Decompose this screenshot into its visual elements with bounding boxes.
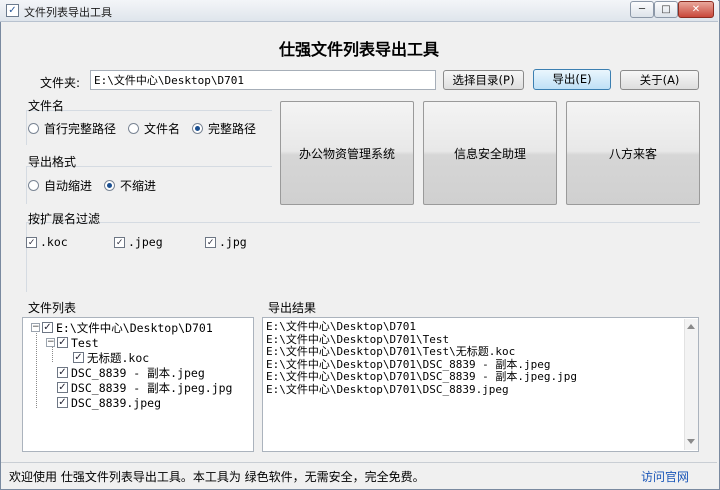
export-button[interactable]: 导出(E) [533, 69, 611, 90]
info-security-assistant-button[interactable]: 信息安全助理 [423, 101, 557, 205]
checkbox-checked-icon: ✓ [205, 236, 216, 248]
status-bar: 欢迎使用 仕强文件列表导出工具。本工具为 绿色软件，无需安全，完全免费。 访问官… [1, 462, 717, 488]
radio-indicator [128, 123, 139, 134]
maximize-button[interactable]: □ [654, 1, 678, 18]
filter-ext-jpg[interactable]: ✓ .jpg [205, 235, 247, 249]
about-button[interactable]: 关于(A) [620, 70, 699, 90]
checkbox-checked-icon[interactable]: ✓ [57, 382, 68, 393]
scroll-up-icon[interactable] [687, 324, 695, 329]
result-line: E:\文件中心\Desktop\D701\DSC_8839.jpeg [266, 382, 509, 396]
checkbox-checked-icon: ✓ [114, 236, 125, 248]
checkbox-checked-icon[interactable]: ✓ [57, 367, 68, 378]
export-result-label: 导出结果 [268, 301, 317, 315]
radio-indicator [28, 180, 39, 191]
tree-node-file[interactable]: ✓ DSC_8839.jpeg [57, 395, 161, 410]
tree-connector-line [36, 331, 37, 408]
tree-node-file[interactable]: ✓ DSC_8839 - 副本.jpeg.jpg [57, 380, 232, 395]
filename-group-label: 文件名 [28, 99, 65, 113]
window-title: 文件列表导出工具 [24, 6, 112, 19]
bafang-laike-button[interactable]: 八方来客 [566, 101, 700, 205]
checkbox-checked-icon[interactable]: ✓ [57, 397, 68, 408]
radio-first-line-full-path[interactable]: 首行完整路径 [28, 120, 116, 137]
checkbox-checked-icon[interactable]: ✓ [57, 337, 68, 348]
radio-no-indent[interactable]: 不缩进 [104, 177, 156, 194]
result-line: E:\文件中心\Desktop\D701\Test\无标题.koc [266, 345, 516, 359]
radio-auto-indent[interactable]: 自动缩进 [28, 177, 92, 194]
tree-node-folder[interactable]: − ✓ Test [46, 335, 99, 350]
choose-directory-button[interactable]: 选择目录(P) [443, 70, 524, 90]
export-result-textarea[interactable]: E:\文件中心\Desktop\D701 E:\文件中心\Desktop\D70… [262, 317, 699, 452]
title-bar: ✓ 文件列表导出工具 ─ □ ✕ [0, 0, 718, 22]
filter-ext-koc[interactable]: ✓ .koc [26, 235, 68, 249]
status-text: 欢迎使用 仕强文件列表导出工具。本工具为 绿色软件，无需安全，完全免费。 [9, 470, 425, 484]
visit-website-link[interactable]: 访问官网 [641, 468, 689, 485]
radio-indicator-selected [104, 180, 115, 191]
collapse-icon[interactable]: − [46, 338, 55, 347]
app-checkbox-icon: ✓ [6, 4, 19, 17]
app-heading: 仕强文件列表导出工具 [278, 40, 439, 59]
folder-path-input[interactable] [90, 70, 436, 90]
radio-indicator [28, 123, 39, 134]
radio-file-name[interactable]: 文件名 [128, 120, 180, 137]
radio-indicator-selected [192, 123, 203, 134]
export-result-lines: E:\文件中心\Desktop\D701 E:\文件中心\Desktop\D70… [266, 320, 577, 397]
close-button[interactable]: ✕ [678, 1, 714, 18]
filter-group-label: 按扩展名过滤 [28, 212, 101, 226]
checkbox-checked-icon[interactable]: ✓ [73, 352, 84, 363]
folder-label: 文件夹: [40, 76, 81, 90]
file-tree[interactable]: − ✓ E:\文件中心\Desktop\D701 − ✓ Test ✓ 无标题.… [22, 317, 254, 452]
checkbox-checked-icon[interactable]: ✓ [42, 322, 53, 333]
collapse-icon[interactable]: − [31, 323, 40, 332]
tree-node-root[interactable]: − ✓ E:\文件中心\Desktop\D701 [31, 320, 213, 335]
format-group-label: 导出格式 [28, 155, 77, 169]
filter-ext-jpeg[interactable]: ✓ .jpeg [114, 235, 163, 249]
result-line: E:\文件中心\Desktop\D701 [266, 320, 416, 333]
radio-full-path[interactable]: 完整路径 [192, 120, 256, 137]
tree-node-file[interactable]: ✓ DSC_8839 - 副本.jpeg [57, 365, 205, 380]
scroll-down-icon[interactable] [687, 439, 695, 444]
tree-node-file[interactable]: ✓ 无标题.koc [73, 350, 149, 365]
file-list-label: 文件列表 [28, 301, 77, 315]
checkbox-checked-icon: ✓ [26, 236, 37, 248]
office-supplies-system-button[interactable]: 办公物资管理系统 [280, 101, 414, 205]
result-scrollbar[interactable] [684, 319, 698, 450]
filter-group-box [26, 222, 700, 292]
minimize-button[interactable]: ─ [630, 1, 654, 18]
